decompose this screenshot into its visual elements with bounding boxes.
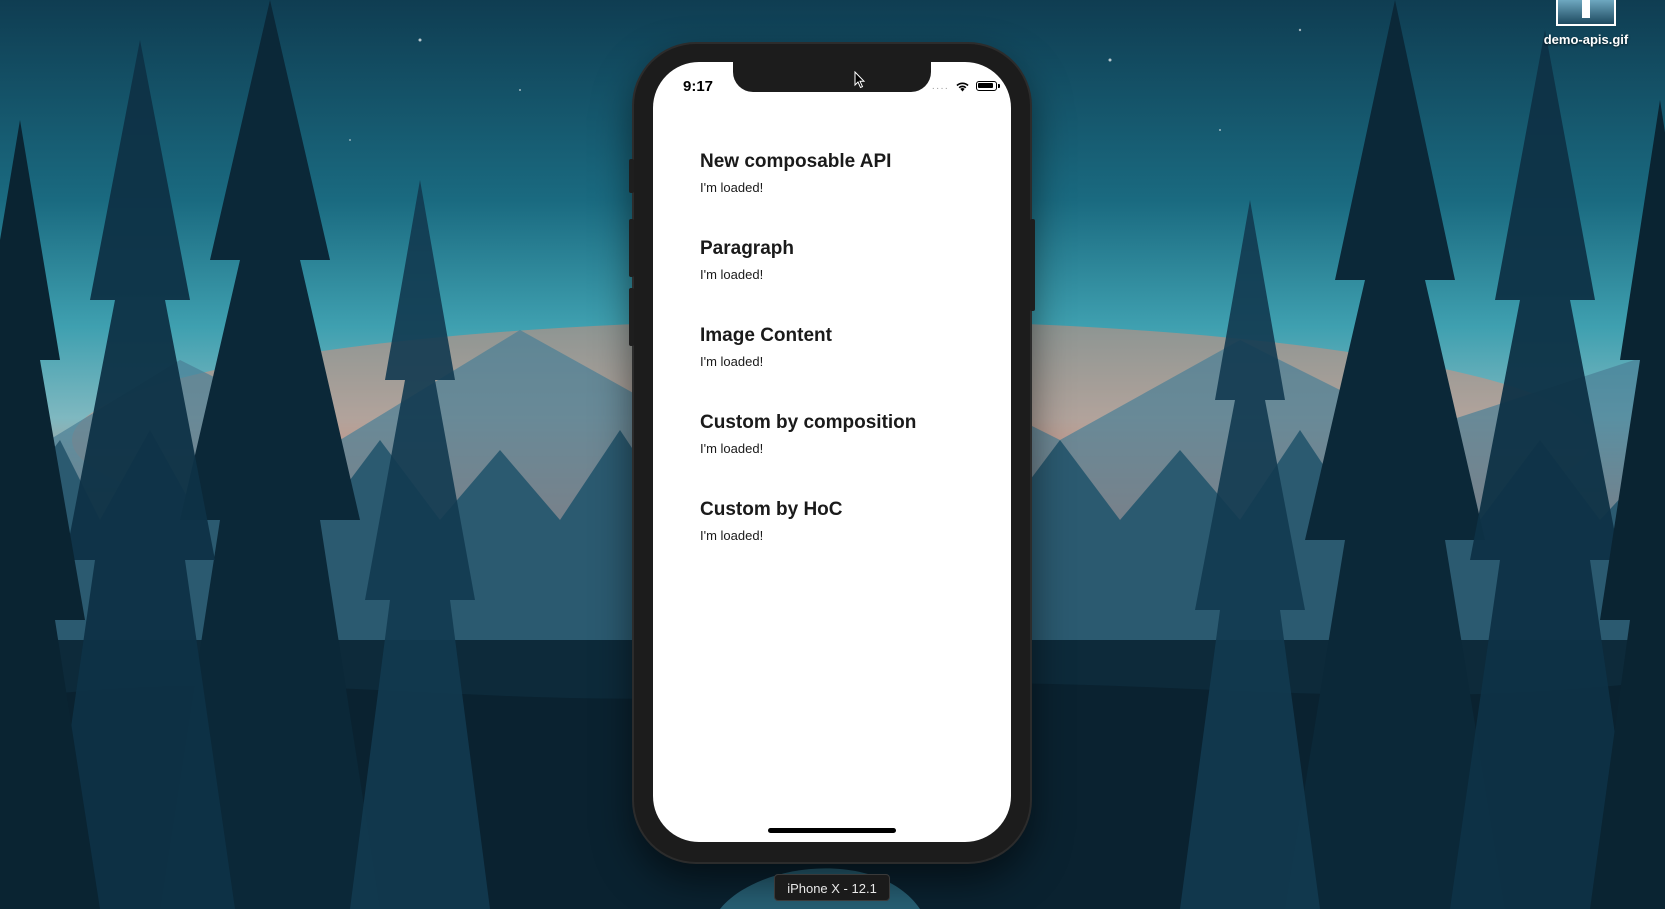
power-button[interactable]	[1030, 219, 1035, 311]
notch	[733, 62, 931, 92]
section-title: Custom by composition	[700, 412, 917, 433]
section-new-composable-api: New composable API I'm loaded!	[700, 150, 990, 237]
section-image-content: Image Content I'm loaded!	[700, 324, 990, 411]
gif-file-icon	[1556, 0, 1616, 26]
section-text: I'm loaded!	[700, 528, 764, 543]
section-text: I'm loaded!	[700, 180, 764, 195]
volume-up-button[interactable]	[629, 219, 634, 277]
section-text: I'm loaded!	[700, 354, 764, 369]
battery-icon	[976, 81, 1000, 91]
simulator-device-label: iPhone X - 12.1	[774, 874, 890, 901]
iphone-simulator: 9:17 ···· New composable API I'm loaded!	[629, 44, 1035, 862]
status-icons: ····	[931, 78, 1000, 94]
phone-screen: 9:17 ···· New composable API I'm loaded!	[653, 62, 1011, 842]
section-title: Image Content	[700, 325, 832, 346]
demo-list: New composable API I'm loaded! Paragraph…	[700, 150, 990, 585]
home-indicator[interactable]	[768, 828, 896, 833]
desktop-file-label: demo-apis.gif	[1543, 32, 1629, 47]
section-title: Custom by HoC	[700, 499, 843, 520]
section-custom-by-hoc: Custom by HoC I'm loaded!	[700, 498, 990, 585]
volume-down-button[interactable]	[629, 288, 634, 346]
desktop-file[interactable]: demo-apis.gif	[1531, 0, 1641, 47]
section-title: New composable API	[700, 151, 892, 172]
mouse-cursor-icon	[854, 71, 866, 89]
section-custom-by-composition: Custom by composition I'm loaded!	[700, 411, 990, 498]
section-text: I'm loaded!	[700, 441, 764, 456]
wifi-icon	[956, 82, 969, 92]
silent-switch[interactable]	[629, 159, 634, 193]
section-title: Paragraph	[700, 238, 794, 259]
status-time: 9:17	[683, 78, 714, 95]
section-text: I'm loaded!	[700, 267, 764, 282]
desktop-background: demo-apis.gif 9:17 ···· New composable A…	[0, 0, 1665, 909]
signal-icon: ····	[931, 82, 949, 94]
section-paragraph: Paragraph I'm loaded!	[700, 237, 990, 324]
